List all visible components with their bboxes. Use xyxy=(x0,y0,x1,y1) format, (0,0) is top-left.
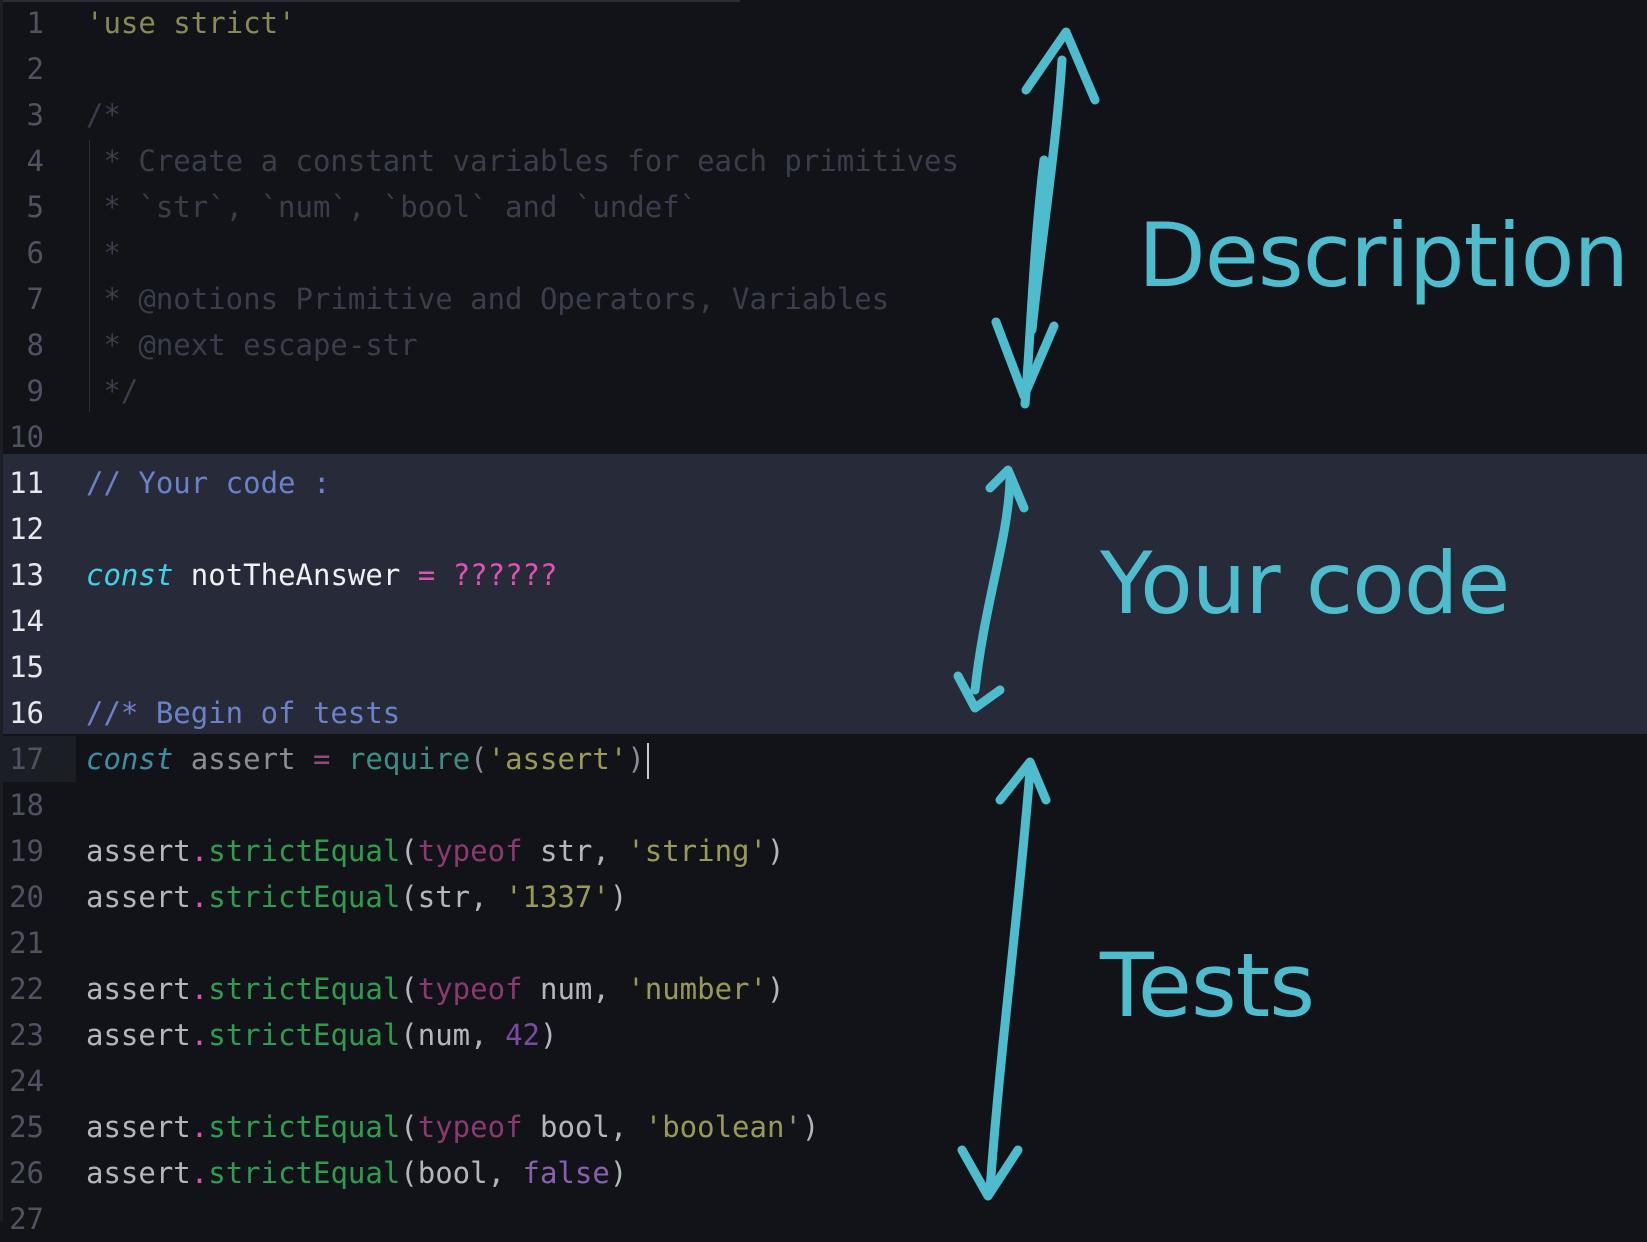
description-arrow-icon xyxy=(991,27,1100,409)
tests-label: Tests xyxy=(1100,934,1315,1037)
description-label: Description xyxy=(1138,204,1629,307)
your-code-arrow-icon xyxy=(953,465,1029,713)
your-code-label: Your code xyxy=(1100,534,1510,634)
tests-arrow-icon xyxy=(957,757,1051,1201)
